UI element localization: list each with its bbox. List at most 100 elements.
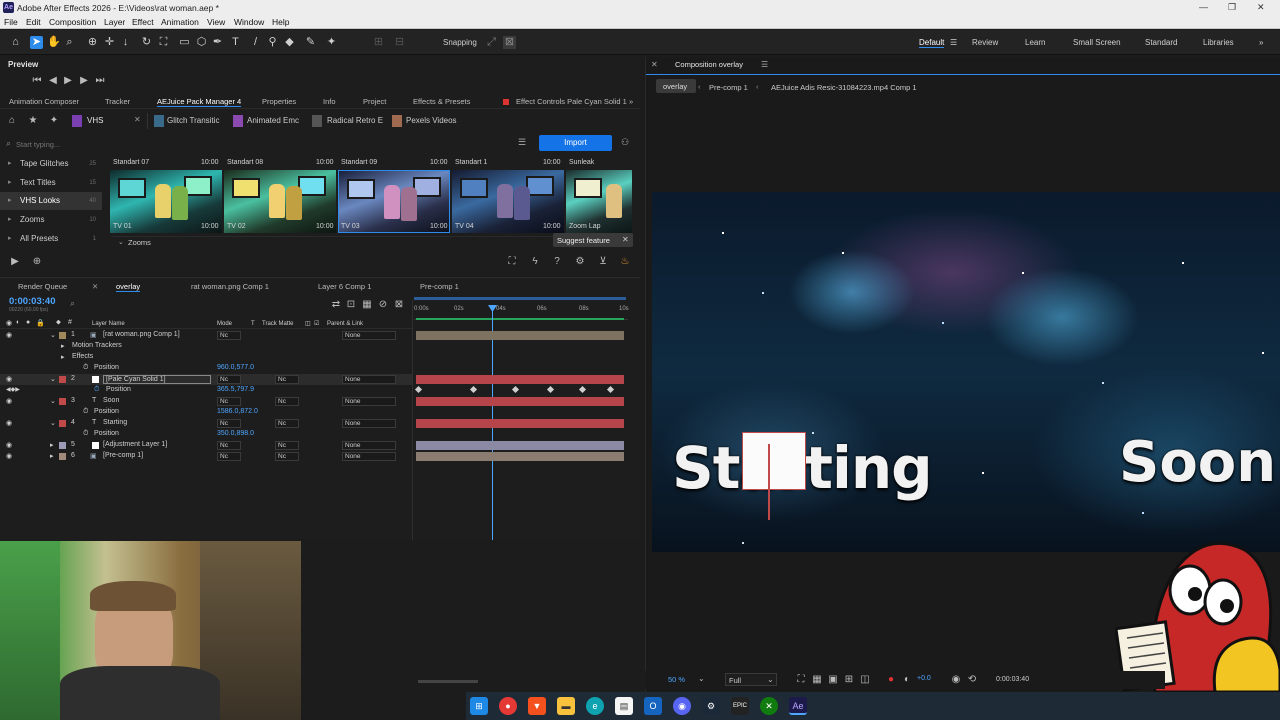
- layer-name[interactable]: Starting: [103, 419, 127, 426]
- category-all-presets[interactable]: ▸ All Presets 1: [0, 230, 102, 248]
- filter-icon[interactable]: ☰: [518, 137, 526, 148]
- layer-name[interactable]: [Adjustment Layer 1]: [103, 441, 167, 448]
- layer-bar[interactable]: [416, 397, 624, 406]
- pack-animated-emoji[interactable]: Animated Emc: [247, 116, 299, 125]
- parent-dropdown[interactable]: None: [342, 441, 396, 450]
- blend-mode-dropdown[interactable]: Nc: [217, 397, 241, 406]
- label-color[interactable]: [59, 420, 66, 427]
- grid-guides-icon[interactable]: ⊞: [843, 674, 855, 686]
- expand-chevron-icon[interactable]: ⌄: [50, 419, 56, 427]
- pack-radical-retro[interactable]: Radical Retro E: [327, 116, 383, 125]
- snap-feature-icon[interactable]: ⊠: [503, 36, 516, 49]
- pale-cyan-solid-selection[interactable]: [742, 432, 806, 490]
- pack-pexels-videos[interactable]: Pexels Videos: [406, 116, 457, 125]
- soon-text[interactable]: Soon: [1119, 430, 1276, 495]
- layer-search-icon[interactable]: ⌕: [70, 298, 75, 309]
- download-icon[interactable]: ⊻: [597, 256, 609, 268]
- tab-effect-controls[interactable]: Effect Controls Pale Cyan Solid 1: [516, 97, 627, 106]
- sparkle-icon[interactable]: ✦: [48, 115, 60, 127]
- layer-bar[interactable]: [416, 375, 624, 384]
- visibility-eye-icon[interactable]: ◉: [6, 452, 12, 460]
- workspace-review[interactable]: Review: [972, 38, 998, 47]
- workspace-learn[interactable]: Learn: [1025, 38, 1045, 47]
- preset-search-input[interactable]: [16, 138, 496, 150]
- suggest-feature-button[interactable]: Suggest feature ✕: [553, 233, 633, 247]
- more-workspaces-icon[interactable]: »: [1259, 38, 1263, 47]
- tab-project[interactable]: Project: [363, 97, 386, 106]
- menu-file[interactable]: File: [4, 17, 18, 27]
- workspace-menu-icon[interactable]: ☰: [950, 38, 957, 47]
- layer-bar[interactable]: [416, 419, 624, 428]
- panel-menu-icon[interactable]: ☰: [761, 60, 768, 69]
- menu-help[interactable]: Help: [272, 17, 289, 27]
- type-tool-icon[interactable]: T: [229, 36, 242, 49]
- minimize-icon[interactable]: —: [1199, 2, 1208, 12]
- menu-layer[interactable]: Layer: [104, 17, 125, 27]
- workspace-small-screen[interactable]: Small Screen: [1073, 38, 1121, 47]
- help-icon[interactable]: ?: [551, 256, 563, 268]
- after-effects-taskbar-icon[interactable]: Ae: [789, 697, 807, 715]
- clone-stamp-tool-icon[interactable]: ⚲: [266, 36, 279, 49]
- eraser-tool-icon[interactable]: ◆: [283, 36, 296, 49]
- shy-icon[interactable]: ⊡: [345, 299, 357, 311]
- previous-frame-icon[interactable]: ◀: [47, 75, 59, 87]
- property-value[interactable]: 960.0,577.0: [217, 364, 254, 371]
- keyframe-nav-icon[interactable]: ◀◆▶: [6, 386, 20, 393]
- keyframe[interactable]: [469, 385, 478, 394]
- keyframe[interactable]: [414, 385, 423, 394]
- motion-path[interactable]: [768, 444, 774, 520]
- blend-mode-dropdown[interactable]: Nc: [217, 452, 241, 461]
- layer-name-header[interactable]: Layer Name: [92, 321, 125, 327]
- close-tab-icon[interactable]: ✕: [92, 282, 98, 291]
- stopwatch-icon[interactable]: ⏱: [83, 430, 88, 438]
- puppet-tool-icon[interactable]: ✦: [325, 36, 338, 49]
- layer-bar[interactable]: [416, 452, 624, 461]
- more-tabs-icon[interactable]: »: [629, 97, 633, 106]
- preview-play-icon[interactable]: ▶: [9, 256, 21, 268]
- layer-name[interactable]: Soon: [103, 397, 119, 404]
- first-frame-icon[interactable]: ⏮: [31, 75, 43, 87]
- breadcrumb-overlay[interactable]: overlay: [656, 79, 696, 93]
- tab-overlay[interactable]: overlay: [116, 282, 141, 292]
- layer-name[interactable]: [Pale Cyan Solid 1]: [103, 375, 211, 384]
- pen-tool-icon[interactable]: ✒: [211, 36, 224, 49]
- label-color[interactable]: [59, 453, 66, 460]
- hand-tool-icon[interactable]: ✋: [47, 36, 61, 49]
- discord-icon[interactable]: ◉: [673, 697, 691, 715]
- position-property[interactable]: ⏱ Position 960.0,577.0: [0, 363, 412, 374]
- region-of-interest-icon[interactable]: ⛶: [795, 674, 807, 686]
- position-property[interactable]: ⏱ Position 350.0,898.0: [0, 429, 412, 440]
- stopwatch-icon[interactable]: ⏱: [83, 364, 88, 372]
- parent-dropdown[interactable]: None: [342, 452, 396, 461]
- stopwatch-icon[interactable]: ⏱: [83, 408, 88, 416]
- settings-icon[interactable]: ⚙: [574, 256, 586, 268]
- track-matte-dropdown[interactable]: Nc: [275, 441, 299, 450]
- tab-tracker[interactable]: Tracker: [105, 97, 130, 106]
- pan-tool-icon[interactable]: ✛: [103, 36, 116, 49]
- transparency-grid-icon[interactable]: ▦: [811, 674, 823, 686]
- keyframe[interactable]: [546, 385, 555, 394]
- breadcrumb-pre-comp[interactable]: Pre-comp 1: [709, 83, 748, 92]
- layer-bar[interactable]: [416, 441, 624, 450]
- keyframe-stopwatch-icon[interactable]: ⏱: [94, 386, 99, 394]
- expand-arrow-icon[interactable]: ▸: [61, 342, 65, 350]
- close-category-icon[interactable]: ✕: [134, 115, 141, 124]
- aejuice-home-icon[interactable]: ⌂: [6, 115, 18, 127]
- property-value[interactable]: 365.5,797.9: [217, 386, 254, 393]
- resolution-dropdown[interactable]: Full ⌄: [725, 673, 777, 686]
- category-vhs-looks[interactable]: ▸ VHS Looks 40: [0, 192, 102, 210]
- parent-dropdown[interactable]: None: [342, 419, 396, 428]
- visibility-eye-icon[interactable]: ◉: [6, 375, 12, 383]
- store-icon[interactable]: ▤: [615, 697, 633, 715]
- snapshot-camera-icon[interactable]: ◉: [950, 674, 962, 686]
- tab-aejuice-pack-manager[interactable]: AEJuice Pack Manager 4: [157, 97, 242, 107]
- tab-effects-presets[interactable]: Effects & Presets: [413, 97, 470, 106]
- keyframe[interactable]: [606, 385, 615, 394]
- column-divider[interactable]: [412, 300, 413, 540]
- close-icon[interactable]: ✕: [622, 235, 629, 244]
- menu-effect[interactable]: Effect: [132, 17, 154, 27]
- layer-name[interactable]: [Pre-comp 1]: [103, 452, 143, 459]
- restore-icon[interactable]: ❐: [1228, 2, 1236, 13]
- composition-viewer[interactable]: Starting Soon: [652, 192, 1280, 552]
- zoom-icon[interactable]: ⊕: [31, 256, 43, 268]
